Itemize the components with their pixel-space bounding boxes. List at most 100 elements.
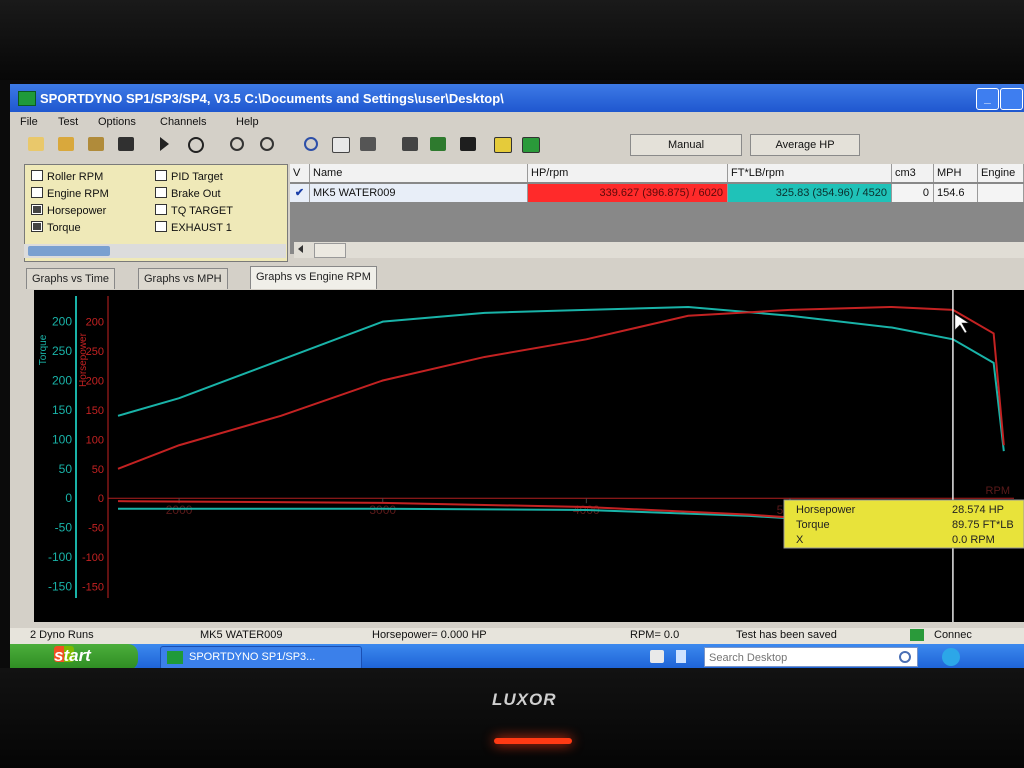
taskbar-app-label: SPORTDYNO SP1/SP3... xyxy=(189,651,316,663)
start-button[interactable]: start xyxy=(10,644,138,670)
series-line-1 xyxy=(117,305,1005,470)
play-icon[interactable] xyxy=(160,137,169,151)
y-tick-label-left: 200 xyxy=(52,374,72,388)
readout-icon[interactable] xyxy=(494,137,512,153)
x-axis-label: RPM xyxy=(986,485,1010,497)
help-tray-icon[interactable] xyxy=(650,650,664,663)
channel-exhaust-1[interactable]: EXHAUST 1 xyxy=(155,221,232,234)
search-input[interactable] xyxy=(705,649,891,667)
column-header-mph[interactable]: MPH xyxy=(934,164,978,182)
menu-help[interactable]: Help xyxy=(236,116,259,128)
dyno-graph[interactable]: 200 250 200 150 100 50 0 -50 -100 -150 200 250 200 15… xyxy=(34,290,1024,622)
search-box[interactable] xyxy=(704,647,918,667)
taskbar-app-button[interactable]: SPORTDYNO SP1/SP3... xyxy=(160,646,362,670)
print-icon[interactable] xyxy=(360,137,376,151)
y-tick-label-left: 50 xyxy=(59,462,73,476)
y-tick-label-right: 200 xyxy=(86,317,104,329)
maximize-button[interactable] xyxy=(1000,88,1023,110)
checkbox-engine-rpm[interactable] xyxy=(31,187,43,198)
y-tick-label-right: 150 xyxy=(86,405,104,417)
table-scrollbar[interactable] xyxy=(294,242,1024,258)
manual-button[interactable]: Manual xyxy=(630,134,742,156)
display-icon[interactable] xyxy=(460,137,476,151)
column-header-engine[interactable]: Engine xyxy=(978,164,1024,182)
ftlb-rpm-cell: 325.83 (354.96) / 4520 xyxy=(728,184,892,202)
print-preview-icon[interactable] xyxy=(332,137,350,153)
open-runs-icon[interactable] xyxy=(88,137,104,151)
engine-cell xyxy=(978,184,1024,202)
tools-icon[interactable] xyxy=(402,137,418,151)
column-header-v[interactable]: V xyxy=(290,164,310,182)
dyno-icon[interactable] xyxy=(522,137,540,153)
checkbox-horsepower[interactable] xyxy=(31,204,43,215)
save-icon[interactable] xyxy=(118,137,134,151)
status-connection: Connec xyxy=(934,629,972,641)
search-icon[interactable] xyxy=(899,651,911,663)
column-header-name[interactable]: Name xyxy=(310,164,528,182)
taskbar: start SPORTDYNO SP1/SP3... xyxy=(10,644,1024,670)
run-name: MK5 WATER009 xyxy=(310,184,528,202)
checkbox-tq-target[interactable] xyxy=(155,204,167,215)
average-hp-button[interactable]: Average HP xyxy=(750,134,860,156)
status-bar: 2 Dyno Runs MK5 WATER009 Horsepower= 0.0… xyxy=(10,628,1024,644)
new-icon[interactable] xyxy=(28,137,44,151)
column-header-hp-rpm[interactable]: HP/rpm xyxy=(528,164,728,182)
scrollbar-thumb[interactable] xyxy=(28,246,110,256)
channel-horsepower[interactable]: Horsepower xyxy=(31,204,106,217)
checkbox-roller-rpm[interactable] xyxy=(31,170,43,181)
column-header-ftlb-rpm[interactable]: FT*LB/rpm xyxy=(728,164,892,182)
menu-file[interactable]: File xyxy=(20,116,38,128)
timer-icon[interactable] xyxy=(188,137,204,153)
checkbox-torque[interactable] xyxy=(31,221,43,232)
tab-graphs-vs-time[interactable]: Graphs vs Time xyxy=(26,268,116,289)
x-tick-label: 2000 xyxy=(166,503,193,517)
menu-test[interactable]: Test xyxy=(58,116,78,128)
channel-pid-target[interactable]: PID Target xyxy=(155,170,223,183)
minimize-button[interactable]: _ xyxy=(976,88,999,110)
checkbox-pid-target[interactable] xyxy=(155,170,167,181)
readout-label: X xyxy=(796,534,804,546)
start-label: start xyxy=(54,646,91,665)
channel-torque[interactable]: Torque xyxy=(31,221,81,234)
open-folder-icon[interactable] xyxy=(58,137,74,151)
title-bar: SPORTDYNO SP1/SP3/SP4, V3.5 C:\Documents… xyxy=(10,84,1024,112)
row-checkmark-icon[interactable]: ✔ xyxy=(290,184,310,202)
power-led xyxy=(494,738,572,744)
toolbar: Manual Average HP xyxy=(10,132,1024,158)
app-window: SPORTDYNO SP1/SP3/SP4, V3.5 C:\Documents… xyxy=(10,84,1024,670)
connection-icon xyxy=(910,629,924,641)
checkbox-exhaust-1[interactable] xyxy=(155,221,167,232)
scroll-left-icon[interactable] xyxy=(298,245,303,253)
checkbox-brake-out[interactable] xyxy=(155,187,167,198)
ie-tray-icon[interactable] xyxy=(942,648,960,666)
status-rpm: RPM= 0.0 xyxy=(630,629,680,641)
y-tick-label-right: 100 xyxy=(86,434,104,446)
readout-value: 28.574 HP xyxy=(952,504,1004,516)
readout-value: 0.0 RPM xyxy=(952,534,995,546)
menu-channels[interactable]: Channels xyxy=(160,116,206,128)
channel-tq-target[interactable]: TQ TARGET xyxy=(155,204,233,217)
readout-label: Horsepower xyxy=(796,504,856,516)
channel-scrollbar[interactable] xyxy=(24,244,286,258)
cm3-cell: 0 xyxy=(892,184,934,202)
tab-graphs-vs-engine-rpm[interactable]: Graphs vs Engine RPM xyxy=(250,266,377,289)
dyno-chart: 200250200150100500-50-100-15020025020015… xyxy=(38,290,1024,622)
menu-options[interactable]: Options xyxy=(98,116,136,128)
y-tick-label-right: -50 xyxy=(88,523,104,535)
torque-axis-label: Torque xyxy=(38,334,49,365)
readout-value: 89.75 FT*LB xyxy=(952,519,1014,531)
column-header-cm3[interactable]: cm3 xyxy=(892,164,934,182)
network-tray-icon[interactable] xyxy=(676,650,686,663)
channel-roller-rpm[interactable]: Roller RPM xyxy=(31,170,103,183)
channel-label: Horsepower xyxy=(47,205,107,217)
refresh-icon[interactable] xyxy=(304,137,318,151)
channel-engine-rpm[interactable]: Engine RPM xyxy=(31,187,109,200)
y-tick-label-left: 250 xyxy=(52,344,72,358)
zoom-out-icon[interactable] xyxy=(260,137,274,151)
graph-icon[interactable] xyxy=(430,137,446,151)
channel-brake-out[interactable]: Brake Out xyxy=(155,187,221,200)
tab-graphs-vs-mph[interactable]: Graphs vs MPH xyxy=(138,268,228,289)
zoom-in-icon[interactable] xyxy=(230,137,244,151)
scrollbar-thumb[interactable] xyxy=(314,243,346,258)
y-tick-label-left: -150 xyxy=(48,579,72,593)
